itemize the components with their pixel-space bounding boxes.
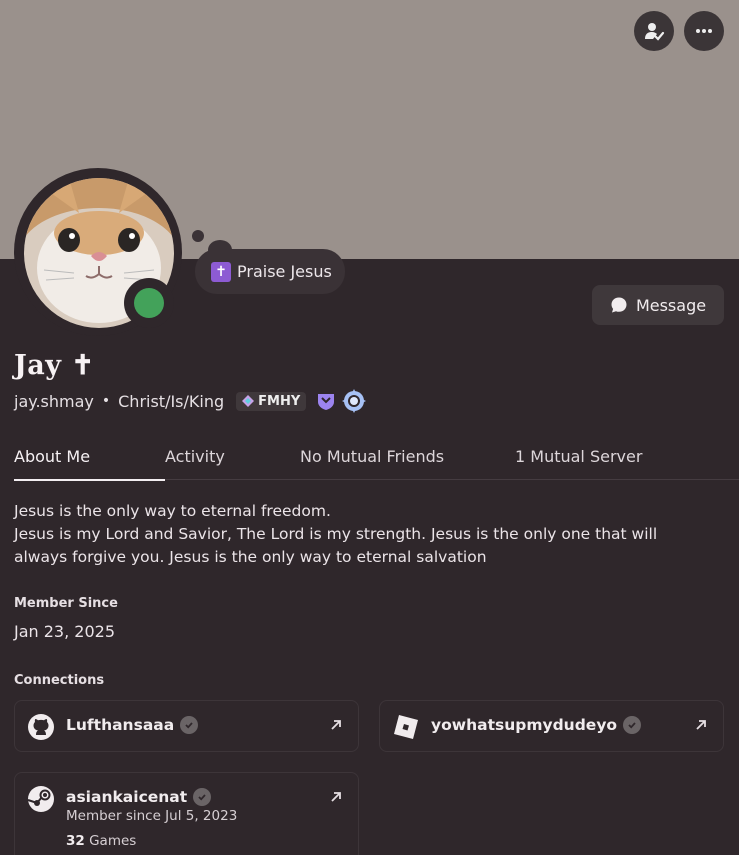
pronouns: Christ/Is/King bbox=[118, 391, 225, 411]
tab-activity[interactable]: Activity bbox=[165, 447, 300, 480]
clan-tag-text: FMHY bbox=[258, 393, 301, 409]
github-icon bbox=[28, 714, 54, 740]
clan-diamond-icon bbox=[242, 395, 255, 407]
nitro-badge-icon[interactable] bbox=[342, 389, 367, 413]
username: jay.shmay bbox=[14, 391, 94, 411]
more-options-button[interactable] bbox=[684, 11, 724, 51]
cross-emoji-icon: ✝ bbox=[211, 261, 231, 282]
connection-roblox[interactable]: yowhatsupmydudeyo bbox=[379, 700, 724, 752]
roblox-icon bbox=[394, 715, 418, 739]
connection-steam[interactable]: asiankaicenat Member since Jul 5, 2023 3… bbox=[14, 772, 359, 855]
tab-about-me[interactable]: About Me bbox=[14, 447, 165, 481]
external-link-icon[interactable] bbox=[693, 717, 709, 733]
separator-dot: • bbox=[101, 393, 111, 409]
verified-check-icon bbox=[180, 716, 199, 734]
display-name: Jay ✝ bbox=[14, 350, 95, 381]
chat-bubble-icon bbox=[611, 297, 627, 313]
tab-mutual-servers[interactable]: 1 Mutual Server bbox=[515, 447, 675, 480]
message-button[interactable]: Message bbox=[592, 285, 724, 325]
connections-heading: Connections bbox=[14, 673, 105, 688]
external-link-icon[interactable] bbox=[328, 717, 344, 733]
steam-icon bbox=[27, 786, 54, 812]
status-bubble-dot bbox=[192, 230, 204, 242]
connection-name: yowhatsupmydudeyo bbox=[431, 716, 642, 734]
custom-status-text: Praise Jesus bbox=[237, 262, 332, 281]
connection-name: asiankaicenat bbox=[66, 788, 212, 806]
connection-github[interactable]: Lufthansaaa bbox=[14, 700, 359, 752]
member-since-date: Jan 23, 2025 bbox=[14, 622, 115, 641]
verified-check-icon bbox=[623, 716, 642, 734]
clan-tag[interactable]: FMHY bbox=[236, 391, 307, 411]
user-identity-line: jay.shmay • Christ/Is/King FMHY bbox=[14, 389, 367, 413]
online-status-indicator bbox=[134, 288, 164, 318]
member-since-heading: Member Since bbox=[14, 596, 118, 611]
steam-games-count: 32 Games bbox=[66, 833, 137, 849]
hypesquad-badge-icon[interactable] bbox=[316, 391, 336, 411]
about-me-bio: Jesus is the only way to eternal freedom… bbox=[14, 500, 714, 569]
profile-tabs: About Me Activity No Mutual Friends 1 Mu… bbox=[14, 447, 739, 481]
bio-line: Jesus is the only way to eternal freedom… bbox=[14, 502, 331, 520]
custom-status-bubble: ✝ Praise Jesus bbox=[195, 249, 345, 294]
add-friend-icon bbox=[645, 23, 665, 41]
more-options-icon bbox=[696, 29, 712, 33]
message-button-label: Message bbox=[635, 295, 707, 315]
verified-check-icon bbox=[193, 788, 212, 806]
bio-line: Jesus is my Lord and Savior, The Lord is… bbox=[14, 525, 658, 566]
tab-mutual-friends[interactable]: No Mutual Friends bbox=[300, 447, 515, 480]
add-friend-button[interactable] bbox=[634, 11, 674, 51]
steam-member-since: Member since Jul 5, 2023 bbox=[66, 808, 238, 824]
external-link-icon[interactable] bbox=[328, 789, 344, 805]
connection-name: Lufthansaaa bbox=[66, 716, 199, 734]
